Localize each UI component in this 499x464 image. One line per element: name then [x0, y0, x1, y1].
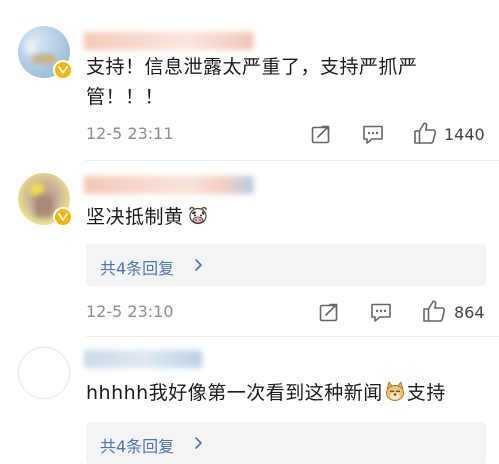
comment-line-2: 管！！！	[86, 86, 165, 108]
avatar-image	[18, 347, 70, 399]
comment-text: 支持！信息泄露太严重了，支持严抓严 管！！！	[86, 52, 418, 112]
view-replies-button[interactable]: 共4条回复	[86, 422, 486, 464]
share-icon[interactable]	[317, 300, 341, 324]
avatar-3[interactable]	[18, 347, 70, 399]
like-icon[interactable]	[420, 297, 448, 325]
avatar-1[interactable]	[18, 26, 73, 80]
doge-emoji	[384, 380, 406, 402]
like-count: 1440	[444, 125, 485, 144]
comment-text-main: hhhhh我好像第一次看到这种新闻	[86, 382, 383, 404]
username-blurred[interactable]	[84, 176, 254, 194]
comment-line-1: 支持！信息泄露太严重了，支持严抓严	[86, 56, 418, 78]
comment-text-main: 坚决抵制黄	[86, 206, 184, 228]
replies-label: 共4条回复	[100, 259, 175, 278]
comment-text: 坚决抵制黄	[86, 202, 209, 232]
chevron-right-icon	[194, 435, 204, 454]
vip-badge-icon	[53, 207, 73, 227]
comment-icon[interactable]	[368, 300, 394, 324]
comment-time: 12-5 23:10	[86, 302, 174, 321]
like-icon[interactable]	[411, 119, 439, 147]
comment-icon[interactable]	[360, 122, 386, 146]
divider	[86, 336, 499, 337]
replies-label: 共4条回复	[100, 437, 175, 456]
chevron-right-icon	[194, 257, 204, 276]
like-count: 864	[454, 303, 485, 322]
avatar-2[interactable]	[18, 173, 73, 227]
share-icon[interactable]	[309, 122, 333, 146]
comment-text: hhhhh我好像第一次看到这种新闻 支持	[86, 378, 446, 408]
cow-emoji	[187, 204, 209, 226]
username-blurred[interactable]	[84, 350, 202, 368]
comment-time: 12-5 23:11	[86, 124, 174, 143]
divider	[86, 160, 499, 161]
username-blurred[interactable]	[84, 32, 254, 50]
vip-badge-icon	[53, 60, 73, 80]
view-replies-button[interactable]: 共4条回复	[86, 244, 486, 286]
comment-text-suffix: 支持	[406, 382, 446, 404]
